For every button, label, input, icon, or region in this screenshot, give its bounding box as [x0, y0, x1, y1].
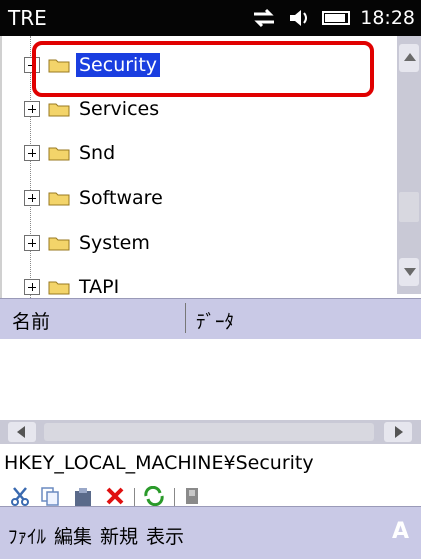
- tree-item-label: Snd: [79, 142, 116, 164]
- tree-item-system[interactable]: System: [24, 226, 153, 260]
- expand-icon[interactable]: [24, 235, 40, 251]
- input-method-indicator[interactable]: A: [392, 519, 409, 544]
- scroll-down-button[interactable]: [399, 258, 419, 286]
- tree-item-services[interactable]: Services: [24, 92, 162, 126]
- scroll-right-button[interactable]: [384, 422, 412, 442]
- toolbar-separator: [134, 488, 135, 506]
- paste-icon[interactable]: [73, 486, 93, 506]
- column-header-name[interactable]: 名前: [12, 307, 50, 334]
- scroll-left-button[interactable]: [8, 422, 36, 442]
- volume-icon[interactable]: [288, 8, 312, 28]
- search-icon[interactable]: [183, 486, 203, 506]
- refresh-icon[interactable]: [143, 485, 165, 506]
- scroll-thumb[interactable]: [44, 423, 374, 441]
- folder-icon: [48, 101, 70, 117]
- folder-icon: [48, 145, 70, 161]
- scroll-thumb[interactable]: [399, 192, 419, 222]
- delete-icon[interactable]: [105, 486, 125, 506]
- status-bar: TRE 18:28: [0, 0, 421, 36]
- app-title: TRE: [8, 6, 47, 30]
- menu-bar: ﾌｧｲﾙ 編集 新規 表示 A: [0, 506, 421, 559]
- clock[interactable]: 18:28: [360, 7, 415, 29]
- chevron-down-icon: [404, 268, 416, 276]
- menu-items: ﾌｧｲﾙ 編集 新規 表示: [8, 522, 184, 549]
- key-path-bar: HKEY_LOCAL_MACHINE¥Security: [0, 446, 421, 480]
- tree-item-tapi[interactable]: TAPI: [24, 270, 122, 298]
- tree-item-label: System: [79, 232, 150, 254]
- column-divider[interactable]: [185, 303, 186, 333]
- tree-item-snd[interactable]: Snd: [24, 136, 118, 170]
- key-path: HKEY_LOCAL_MACHINE¥Security: [4, 452, 314, 474]
- expand-icon[interactable]: [24, 101, 40, 117]
- tree-item-label: Software: [79, 187, 163, 209]
- menu-view[interactable]: 表示: [146, 522, 184, 549]
- menu-edit[interactable]: 編集: [54, 522, 92, 549]
- status-icons: 18:28: [250, 5, 415, 31]
- chevron-up-icon: [404, 53, 416, 61]
- expand-icon[interactable]: [24, 145, 40, 161]
- tree-item-software[interactable]: Software: [24, 181, 166, 215]
- battery-icon[interactable]: [322, 11, 351, 25]
- highlight-annotation: [32, 41, 374, 97]
- folder-icon: [48, 235, 70, 251]
- chevron-left-icon: [17, 426, 25, 438]
- connectivity-icon[interactable]: [250, 8, 278, 28]
- expand-icon[interactable]: [24, 190, 40, 206]
- list-header: 名前 ﾃﾞｰﾀ: [0, 298, 421, 340]
- tree-item-label: Services: [79, 98, 160, 120]
- scroll-up-button[interactable]: [399, 44, 419, 72]
- toolbar-separator: [174, 488, 175, 506]
- tree-vertical-scrollbar[interactable]: [397, 36, 421, 294]
- column-header-data[interactable]: ﾃﾞｰﾀ: [196, 307, 234, 334]
- toolbar: [0, 480, 421, 506]
- expand-icon[interactable]: [24, 279, 40, 295]
- chevron-right-icon: [395, 426, 403, 438]
- tree-item-label: TAPI: [79, 276, 120, 298]
- copy-icon[interactable]: [40, 486, 60, 506]
- list-horizontal-scrollbar[interactable]: [0, 420, 421, 444]
- value-list[interactable]: [0, 339, 421, 419]
- menu-new[interactable]: 新規: [100, 522, 138, 549]
- cut-icon[interactable]: [10, 486, 30, 506]
- folder-icon: [48, 190, 70, 206]
- folder-icon: [48, 279, 70, 295]
- menu-file[interactable]: ﾌｧｲﾙ: [8, 522, 46, 549]
